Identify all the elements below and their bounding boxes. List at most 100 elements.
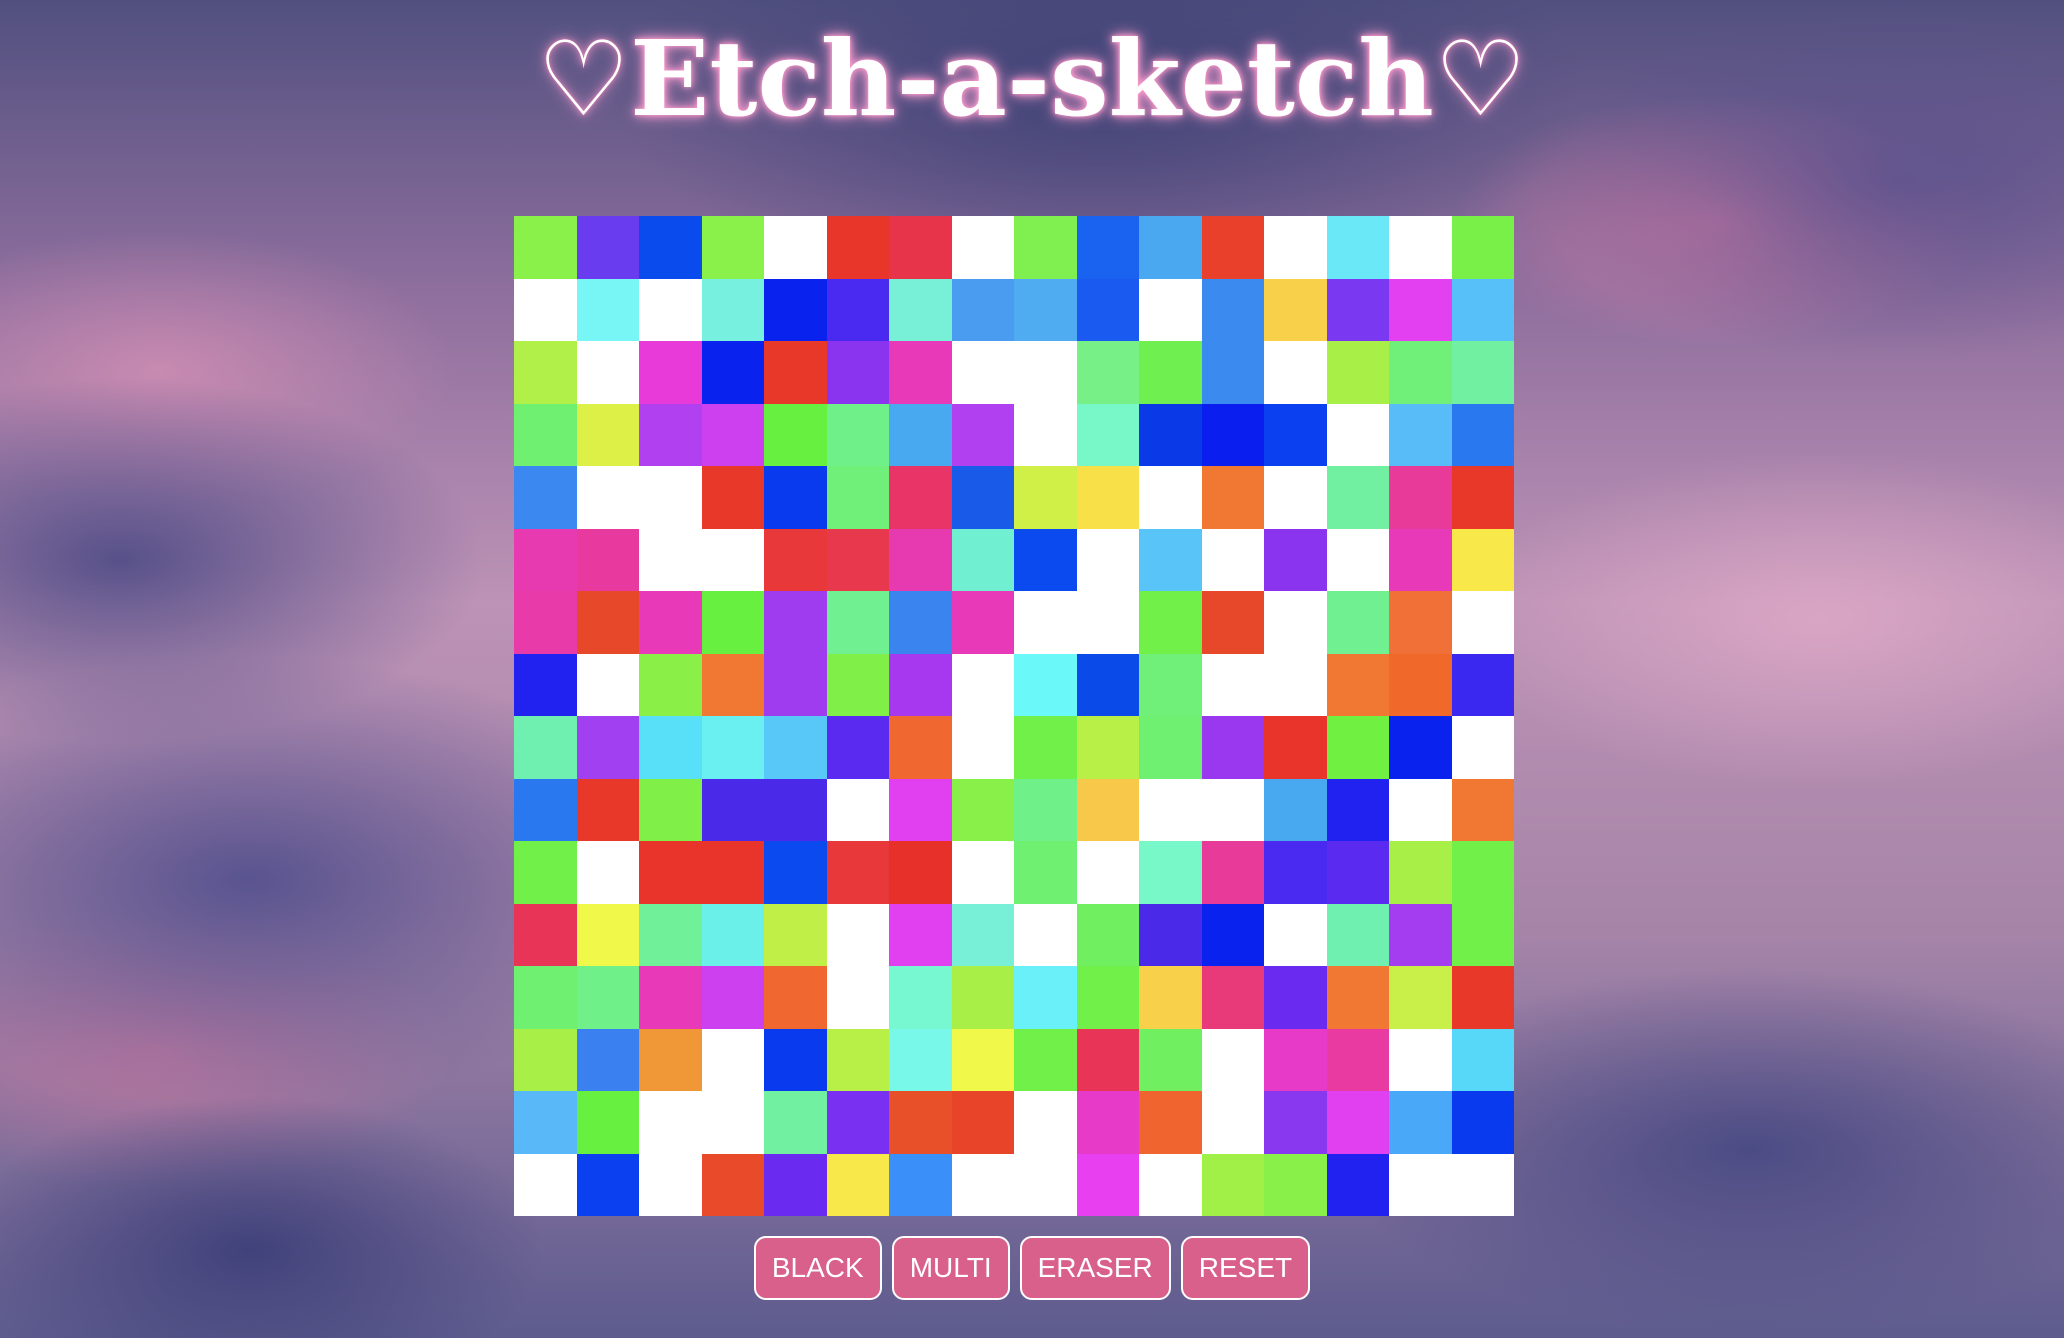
grid-cell[interactable] <box>1139 591 1202 654</box>
grid-cell[interactable] <box>764 466 827 529</box>
grid-cell[interactable] <box>1389 216 1452 279</box>
grid-cell[interactable] <box>889 841 952 904</box>
grid-cell[interactable] <box>1076 841 1139 904</box>
grid-cell[interactable] <box>1326 653 1389 716</box>
grid-cell[interactable] <box>1076 778 1139 841</box>
grid-cell[interactable] <box>951 966 1014 1029</box>
grid-cell[interactable] <box>889 278 952 341</box>
grid-cell[interactable] <box>1326 528 1389 591</box>
grid-cell[interactable] <box>1264 653 1327 716</box>
grid-cell[interactable] <box>1451 841 1514 904</box>
grid-cell[interactable] <box>514 591 577 654</box>
grid-cell[interactable] <box>514 653 577 716</box>
grid-cell[interactable] <box>1264 591 1327 654</box>
grid-cell[interactable] <box>889 778 952 841</box>
grid-cell[interactable] <box>1326 1091 1389 1154</box>
grid-cell[interactable] <box>1326 1153 1389 1216</box>
grid-cell[interactable] <box>951 1153 1014 1216</box>
grid-cell[interactable] <box>826 466 889 529</box>
grid-cell[interactable] <box>576 403 639 466</box>
grid-cell[interactable] <box>1201 591 1264 654</box>
grid-cell[interactable] <box>764 778 827 841</box>
grid-cell[interactable] <box>1139 653 1202 716</box>
grid-cell[interactable] <box>764 528 827 591</box>
grid-cell[interactable] <box>1076 528 1139 591</box>
grid-cell[interactable] <box>1139 1028 1202 1091</box>
grid-cell[interactable] <box>701 341 764 404</box>
grid-cell[interactable] <box>1451 903 1514 966</box>
grid-cell[interactable] <box>1014 841 1077 904</box>
grid-cell[interactable] <box>1139 403 1202 466</box>
grid-cell[interactable] <box>889 403 952 466</box>
grid-cell[interactable] <box>514 778 577 841</box>
grid-cell[interactable] <box>576 591 639 654</box>
grid-cell[interactable] <box>1076 466 1139 529</box>
grid-cell[interactable] <box>1264 528 1327 591</box>
grid-cell[interactable] <box>701 591 764 654</box>
grid-cell[interactable] <box>1201 278 1264 341</box>
grid-cell[interactable] <box>1326 716 1389 779</box>
grid-cell[interactable] <box>1201 403 1264 466</box>
grid-cell[interactable] <box>1201 1153 1264 1216</box>
grid-cell[interactable] <box>764 403 827 466</box>
grid-cell[interactable] <box>576 1091 639 1154</box>
grid-cell[interactable] <box>1139 1153 1202 1216</box>
grid-cell[interactable] <box>764 841 827 904</box>
grid-cell[interactable] <box>576 1028 639 1091</box>
grid-cell[interactable] <box>576 216 639 279</box>
grid-cell[interactable] <box>826 903 889 966</box>
grid-cell[interactable] <box>1014 716 1077 779</box>
grid-cell[interactable] <box>514 403 577 466</box>
grid-cell[interactable] <box>701 966 764 1029</box>
grid-cell[interactable] <box>826 716 889 779</box>
grid-cell[interactable] <box>951 403 1014 466</box>
grid-cell[interactable] <box>889 341 952 404</box>
grid-cell[interactable] <box>1264 1091 1327 1154</box>
grid-cell[interactable] <box>576 653 639 716</box>
grid-cell[interactable] <box>826 653 889 716</box>
grid-cell[interactable] <box>1139 778 1202 841</box>
grid-cell[interactable] <box>639 278 702 341</box>
grid-cell[interactable] <box>826 216 889 279</box>
grid-cell[interactable] <box>639 466 702 529</box>
grid-cell[interactable] <box>514 528 577 591</box>
grid-cell[interactable] <box>701 903 764 966</box>
grid-cell[interactable] <box>639 403 702 466</box>
grid-cell[interactable] <box>1389 1028 1452 1091</box>
grid-cell[interactable] <box>889 1028 952 1091</box>
grid-cell[interactable] <box>1076 278 1139 341</box>
grid-cell[interactable] <box>951 778 1014 841</box>
grid-cell[interactable] <box>951 1028 1014 1091</box>
grid-cell[interactable] <box>701 278 764 341</box>
grid-cell[interactable] <box>1076 341 1139 404</box>
grid-cell[interactable] <box>951 216 1014 279</box>
grid-cell[interactable] <box>951 653 1014 716</box>
grid-cell[interactable] <box>639 591 702 654</box>
grid-cell[interactable] <box>889 716 952 779</box>
grid-cell[interactable] <box>1389 966 1452 1029</box>
grid-cell[interactable] <box>826 278 889 341</box>
sketch-grid[interactable] <box>514 216 1514 1216</box>
grid-cell[interactable] <box>1451 966 1514 1029</box>
grid-cell[interactable] <box>826 1153 889 1216</box>
grid-cell[interactable] <box>514 1091 577 1154</box>
grid-cell[interactable] <box>1139 903 1202 966</box>
grid-cell[interactable] <box>1014 403 1077 466</box>
grid-cell[interactable] <box>1139 1091 1202 1154</box>
grid-cell[interactable] <box>639 1153 702 1216</box>
grid-cell[interactable] <box>764 716 827 779</box>
grid-cell[interactable] <box>1014 591 1077 654</box>
grid-cell[interactable] <box>576 966 639 1029</box>
grid-cell[interactable] <box>1139 341 1202 404</box>
grid-cell[interactable] <box>764 278 827 341</box>
grid-cell[interactable] <box>1264 966 1327 1029</box>
grid-cell[interactable] <box>889 653 952 716</box>
grid-cell[interactable] <box>951 341 1014 404</box>
grid-cell[interactable] <box>826 841 889 904</box>
grid-cell[interactable] <box>701 1091 764 1154</box>
grid-cell[interactable] <box>826 591 889 654</box>
grid-cell[interactable] <box>1326 466 1389 529</box>
grid-cell[interactable] <box>1076 653 1139 716</box>
grid-cell[interactable] <box>764 966 827 1029</box>
grid-cell[interactable] <box>764 1091 827 1154</box>
